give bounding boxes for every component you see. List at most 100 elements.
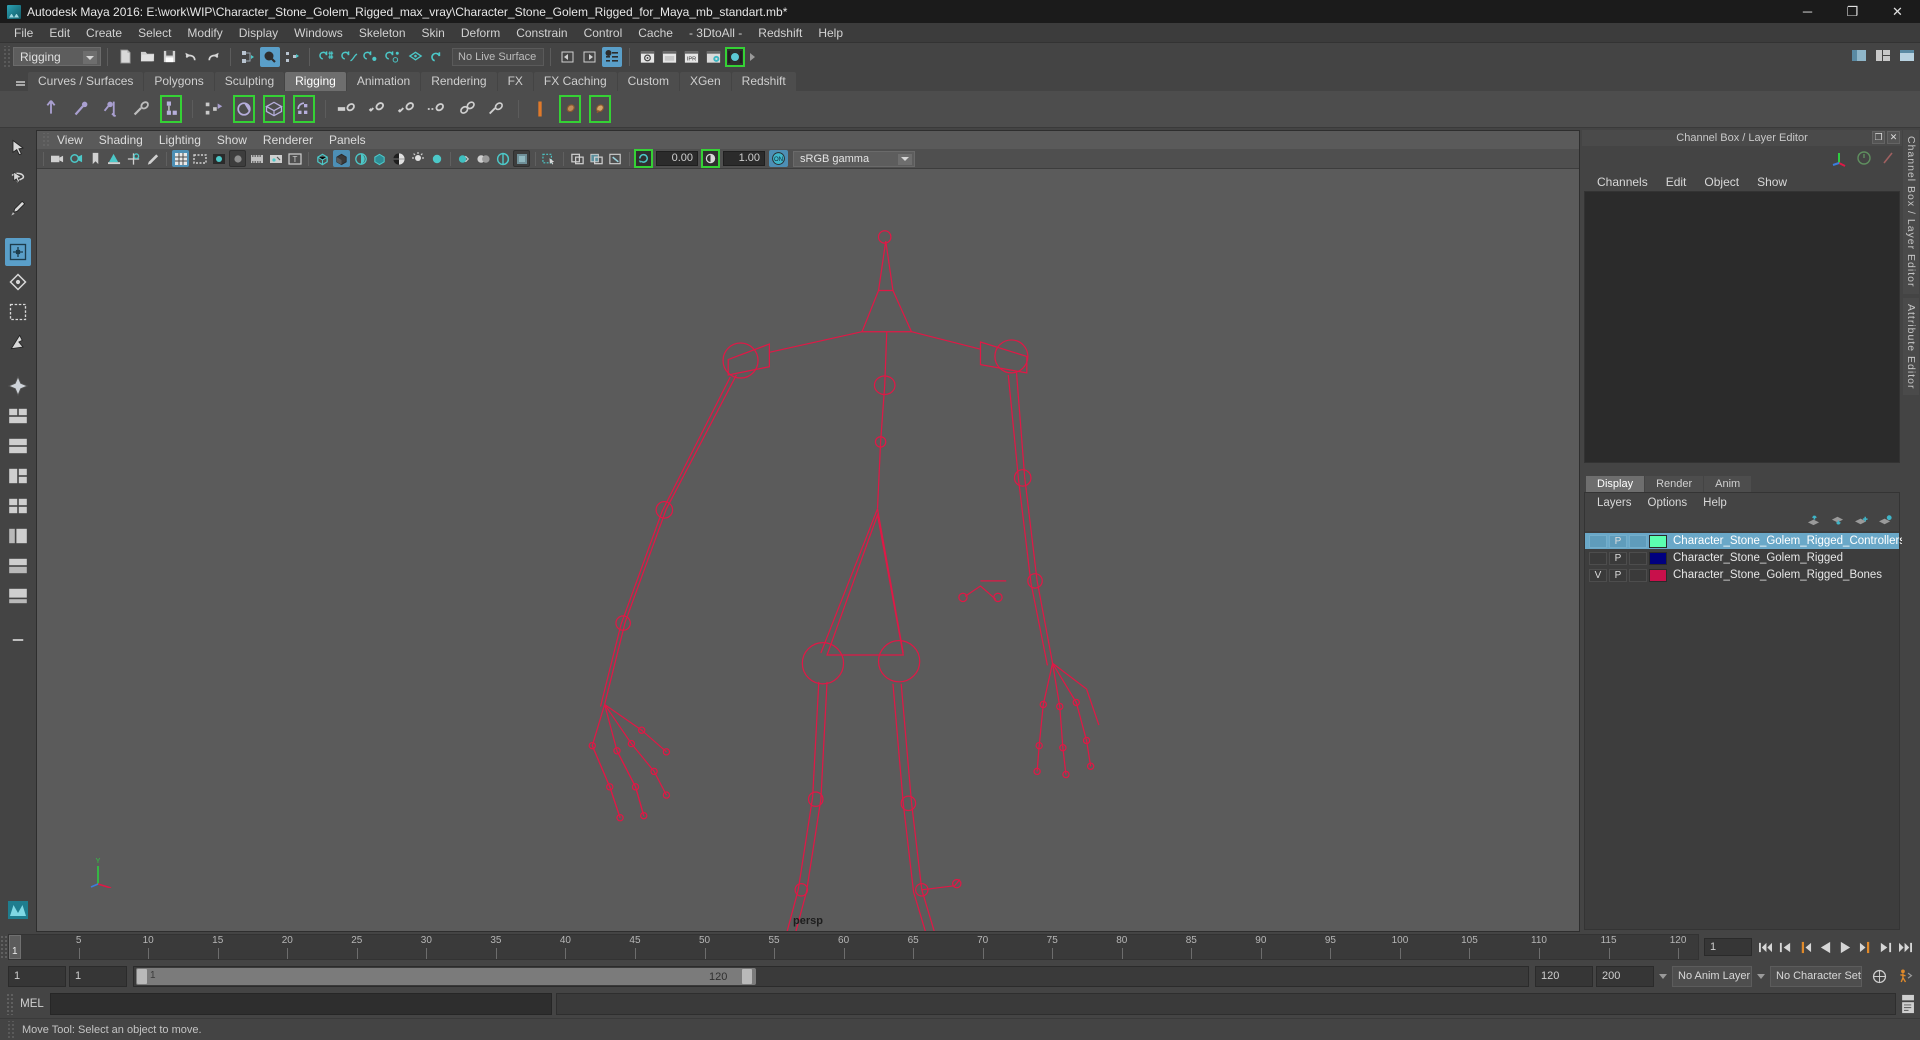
move-tool-icon[interactable] bbox=[5, 238, 31, 266]
character-set-dropdown-arrow[interactable] bbox=[1755, 966, 1767, 986]
range-slider-right-grip[interactable] bbox=[742, 968, 752, 984]
anim-layer-field[interactable]: No Anim Layer bbox=[1672, 965, 1752, 987]
toolbox-icon[interactable] bbox=[1897, 46, 1917, 66]
bookmarks-icon[interactable] bbox=[87, 150, 104, 167]
go-to-start-icon[interactable] bbox=[1757, 938, 1774, 956]
viewport-menu-lighting[interactable]: Lighting bbox=[151, 131, 209, 149]
channelbox-menu-channels[interactable]: Channels bbox=[1588, 175, 1657, 189]
smooth-bind-icon[interactable] bbox=[365, 94, 389, 124]
viewport-menu-panels[interactable]: Panels bbox=[321, 131, 374, 149]
layer-menu-options[interactable]: Options bbox=[1640, 497, 1696, 509]
shelf-tab-custom[interactable]: Custom bbox=[617, 72, 679, 91]
use-all-lights-icon[interactable] bbox=[409, 150, 426, 167]
current-frame-field[interactable]: 1 bbox=[1704, 938, 1752, 956]
animation-end-field[interactable]: 200 bbox=[1596, 965, 1654, 987]
show-hide-editor-icon[interactable] bbox=[558, 47, 578, 67]
snap-view-plane-icon[interactable] bbox=[405, 47, 425, 67]
layer-visibility-toggle[interactable] bbox=[1589, 534, 1607, 548]
menu-file[interactable]: File bbox=[6, 23, 41, 43]
view-compass-icon[interactable] bbox=[5, 372, 31, 400]
create-joint-icon[interactable] bbox=[39, 94, 63, 124]
exposure-reset-icon[interactable] bbox=[634, 149, 653, 168]
ik-handle-icon[interactable] bbox=[159, 94, 183, 124]
lasso-select-tool-icon[interactable] bbox=[5, 164, 31, 192]
chevron-down-icon[interactable] bbox=[83, 51, 97, 64]
menu-3dtoall[interactable]: - 3DtoAll - bbox=[681, 23, 750, 43]
menu-set-selector[interactable]: Rigging bbox=[13, 47, 101, 66]
show-hide-channelbox-icon[interactable] bbox=[602, 46, 622, 67]
show-hide-attribute-icon[interactable] bbox=[580, 47, 600, 67]
move-layer-down-icon[interactable] bbox=[1830, 514, 1845, 530]
range-slider-left-grip[interactable] bbox=[137, 968, 147, 984]
layer-state-toggle[interactable] bbox=[1629, 568, 1647, 582]
character-set-field[interactable]: No Character Set bbox=[1770, 965, 1862, 987]
ik-spline-icon[interactable] bbox=[202, 94, 226, 124]
select-camera-icon[interactable] bbox=[49, 150, 66, 167]
menu-windows[interactable]: Windows bbox=[286, 23, 351, 43]
auto-keyframe-icon[interactable] bbox=[1871, 967, 1888, 985]
step-back-keyframe-icon[interactable] bbox=[1777, 938, 1794, 956]
layer-color-swatch[interactable] bbox=[1649, 551, 1667, 565]
insert-joint-icon[interactable] bbox=[69, 94, 93, 124]
multisample-icon[interactable] bbox=[494, 150, 511, 167]
command-language-label[interactable]: MEL bbox=[14, 998, 50, 1010]
mirror-weights-icon[interactable] bbox=[485, 94, 509, 124]
viewport-menu-shading[interactable]: Shading bbox=[91, 131, 151, 149]
exposure-field[interactable]: 0.00 bbox=[656, 151, 698, 166]
mirror-joint-icon[interactable] bbox=[99, 94, 123, 124]
display-layer-list[interactable]: P Character_Stone_Golem_Rigged_Controlle… bbox=[1585, 531, 1905, 929]
two-d-pan-zoom-icon[interactable] bbox=[125, 150, 142, 167]
viewport-canvas[interactable]: .bone { stroke:#e01846; stroke-width:1.2… bbox=[37, 169, 1579, 931]
point-constraint-icon[interactable] bbox=[558, 94, 582, 124]
menu-control[interactable]: Control bbox=[576, 23, 631, 43]
move-layer-up-icon[interactable] bbox=[1806, 514, 1821, 530]
shadows-icon[interactable] bbox=[428, 150, 445, 167]
shelf-tab-rigging[interactable]: Rigging bbox=[285, 72, 346, 91]
layer-playback-toggle[interactable]: P bbox=[1609, 534, 1627, 548]
layout-four-panes-icon[interactable] bbox=[5, 492, 31, 520]
channelbox-menu-show[interactable]: Show bbox=[1748, 175, 1796, 189]
grease-pencil-icon[interactable] bbox=[144, 150, 161, 167]
channelbox-menu-edit[interactable]: Edit bbox=[1657, 175, 1696, 189]
dock-restore-button[interactable]: ❐ bbox=[1872, 131, 1885, 144]
make-live-icon[interactable] bbox=[427, 47, 447, 67]
layer-row-bones[interactable]: V P Character_Stone_Golem_Rigged_Bones bbox=[1585, 567, 1899, 583]
anim-layer-dropdown-arrow[interactable] bbox=[1657, 966, 1669, 986]
menu-skin[interactable]: Skin bbox=[414, 23, 453, 43]
new-layer-from-selected-icon[interactable] bbox=[1878, 514, 1893, 530]
channel-highlight-icon[interactable] bbox=[1880, 150, 1896, 169]
rotate-tool-icon[interactable] bbox=[5, 268, 31, 296]
layer-playback-toggle[interactable]: P bbox=[1609, 551, 1627, 565]
shelf-tab-rendering[interactable]: Rendering bbox=[421, 72, 497, 91]
live-surface-field[interactable]: No Live Surface bbox=[452, 47, 544, 66]
gate-mask-icon[interactable] bbox=[229, 150, 246, 167]
layer-state-toggle[interactable] bbox=[1629, 551, 1647, 565]
layer-color-swatch[interactable] bbox=[1649, 568, 1667, 582]
select-by-component-icon[interactable] bbox=[282, 47, 302, 67]
chevron-down-icon[interactable] bbox=[898, 153, 912, 165]
command-line-grip[interactable] bbox=[6, 993, 14, 1015]
tab-display[interactable]: Display bbox=[1586, 476, 1645, 492]
shaded-wireframe-icon[interactable] bbox=[371, 150, 388, 167]
color-profile-selector[interactable]: sRGB gamma bbox=[793, 150, 915, 167]
channel-box-attribute-list[interactable] bbox=[1584, 191, 1900, 463]
menu-redshift[interactable]: Redshift bbox=[750, 23, 810, 43]
gamma-field[interactable]: 1.00 bbox=[723, 151, 765, 166]
command-input[interactable] bbox=[50, 993, 552, 1015]
shelf-tab-xgen[interactable]: XGen bbox=[679, 72, 731, 91]
dock-close-button[interactable]: ✕ bbox=[1887, 131, 1900, 144]
xray-joints-icon[interactable] bbox=[588, 150, 605, 167]
orient-constraint-icon[interactable] bbox=[588, 94, 612, 124]
render-current-frame-icon[interactable] bbox=[637, 47, 657, 67]
statusline-grip[interactable] bbox=[2, 45, 10, 68]
close-button[interactable]: ✕ bbox=[1875, 0, 1920, 23]
layer-menu-help[interactable]: Help bbox=[1695, 497, 1735, 509]
workspace-icon[interactable] bbox=[1849, 46, 1869, 66]
vertical-tab-channel-box[interactable]: Channel Box / Layer Editor bbox=[1903, 130, 1919, 294]
camera-attributes-icon[interactable] bbox=[68, 150, 85, 167]
snap-point-icon[interactable] bbox=[361, 47, 381, 67]
render-sequence-icon[interactable] bbox=[659, 47, 679, 67]
screen-space-ao-icon[interactable] bbox=[456, 150, 473, 167]
outliner-persp-icon[interactable] bbox=[5, 522, 31, 550]
add-bookmark-icon[interactable] bbox=[5, 626, 31, 654]
